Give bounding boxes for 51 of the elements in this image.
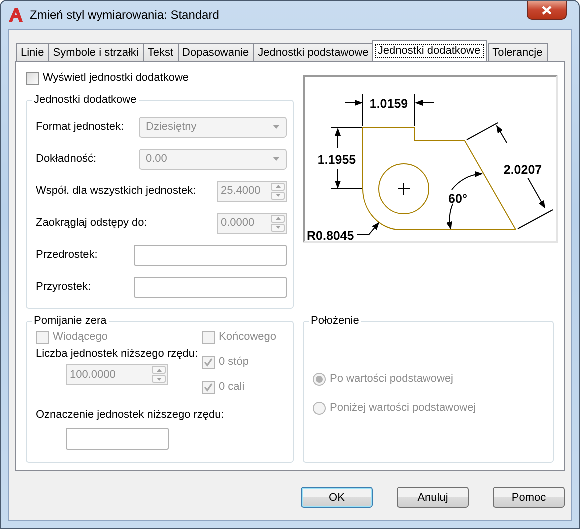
- tab[interactable]: Jednostki podstawowe: [253, 43, 374, 61]
- up-arrow-icon: [276, 217, 280, 220]
- checkbox-label: 0 cali: [219, 381, 245, 393]
- window-title: Zmień styl wymiarowania: Standard: [30, 8, 220, 22]
- app-icon: [8, 7, 24, 23]
- field-label: Format jednostek:: [36, 121, 124, 133]
- center-mark-icon: [398, 182, 410, 196]
- dimension-line: [356, 222, 380, 236]
- input-field[interactable]: [134, 276, 287, 298]
- dialog-button[interactable]: Anuluj: [397, 487, 469, 508]
- radio-label: Po wartości podstawowej: [330, 373, 454, 385]
- up-arrow-icon: [156, 368, 162, 372]
- dimension-text: 2.0207: [504, 163, 542, 177]
- group-title: Położenie: [310, 315, 360, 327]
- field-label: Dokładność:: [36, 153, 97, 165]
- dialog-button[interactable]: Pomoc: [493, 487, 565, 508]
- dimension-text: R0.8045: [307, 229, 354, 241]
- checkbox-label: Wiodącego: [53, 331, 108, 343]
- tab[interactable]: Jednostki dodatkowe: [372, 40, 487, 61]
- input-field[interactable]: [134, 244, 287, 266]
- close-icon: [542, 6, 552, 14]
- checkbox-label: Końcowego: [219, 331, 276, 343]
- tab[interactable]: Dopasowanie: [178, 43, 254, 61]
- group-title: Jednostki dodatkowe: [33, 94, 138, 106]
- field-label: Współ. dla wszystkich jednostek:: [36, 185, 196, 197]
- down-arrow-icon: [276, 226, 280, 229]
- field-label: Przyrostek:: [36, 281, 92, 293]
- down-arrow-icon: [276, 194, 280, 197]
- radio-label: Poniżej wartości podstawowej: [330, 402, 476, 414]
- close-button[interactable]: [527, 1, 567, 20]
- tab[interactable]: Tolerancje: [488, 43, 548, 61]
- tab[interactable]: Linie: [16, 43, 50, 61]
- checkbox[interactable]: [26, 72, 39, 84]
- dimension-text: 60°: [448, 192, 468, 206]
- tab[interactable]: Symbole i strzałki: [48, 43, 144, 61]
- dimension-text: 1.0159: [370, 97, 408, 111]
- input-field[interactable]: [66, 428, 169, 450]
- group-title: Pomijanie zera: [33, 315, 108, 327]
- field-label: Liczba jednostek niższego rzędu:: [36, 348, 200, 362]
- field-label: Przedrostek:: [36, 249, 98, 261]
- caret-icon: [273, 125, 280, 129]
- up-arrow-icon: [276, 185, 280, 188]
- field-label: Zaokrąglaj odstępy do:: [36, 217, 148, 229]
- field-label: Oznaczenie jednostek niższego rzędu:: [36, 409, 226, 421]
- tab[interactable]: Tekst: [142, 43, 179, 61]
- checkbox-label: Wyświetl jednostki dodatkowe: [43, 72, 190, 84]
- checkbox-label: 0 stóp: [219, 356, 249, 368]
- caret-icon: [273, 157, 280, 161]
- dialog-button[interactable]: OK: [301, 487, 373, 508]
- dimension-text: 1.1955: [318, 153, 356, 167]
- down-arrow-icon: [156, 378, 162, 380]
